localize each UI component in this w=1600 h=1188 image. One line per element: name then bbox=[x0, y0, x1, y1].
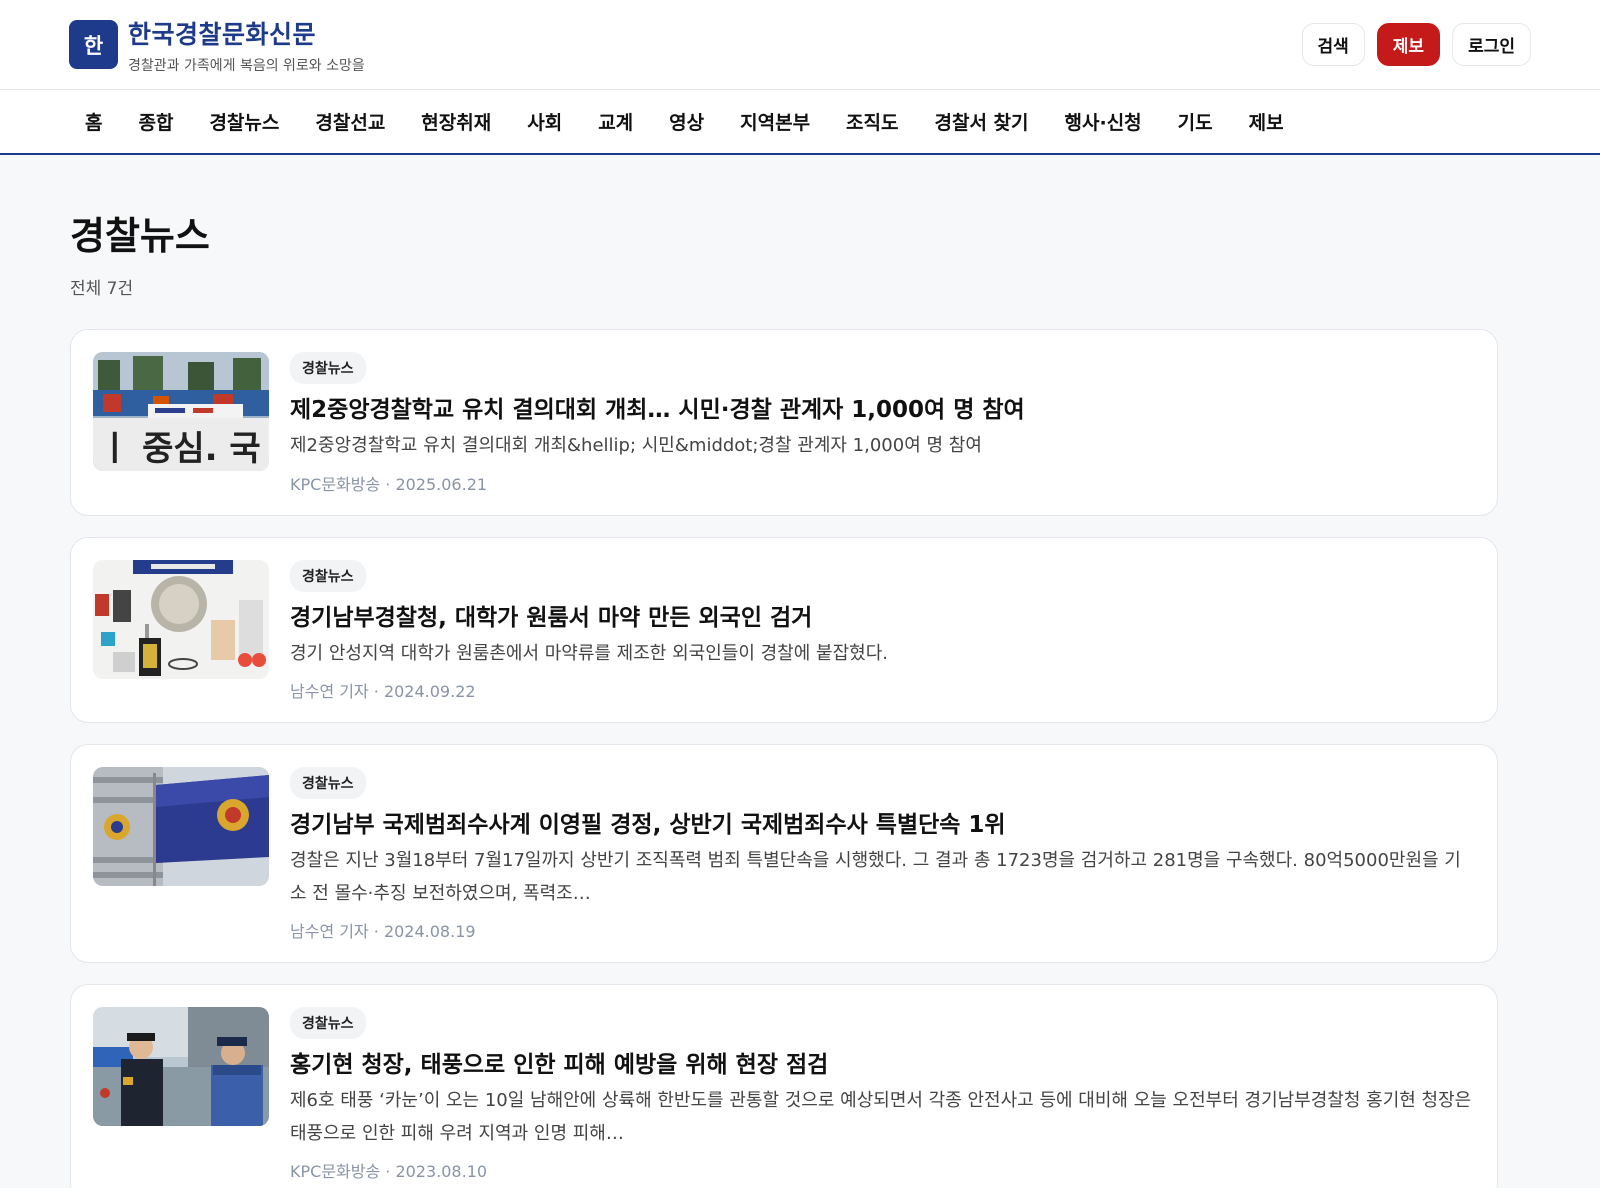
nav-item-society[interactable]: 사회 bbox=[509, 108, 580, 135]
article-meta: KPC문화방송 · 2023.08.10 bbox=[290, 1162, 488, 1182]
article-meta: KPC문화방송 · 2025.06.21 bbox=[290, 474, 488, 494]
article-title[interactable]: 제2중앙경찰학교 유치 결의대회 개최… 시민·경찰 관계자 1,000여 명 … bbox=[290, 394, 1477, 426]
article-body: 경찰뉴스 경기남부 국제범죄수사계 이영필 경정, 상반기 국제범죄수사 특별단… bbox=[290, 767, 1477, 942]
report-button[interactable]: 제보 bbox=[1376, 23, 1441, 66]
article-body: 경찰뉴스 경기남부경찰청, 대학가 원룸서 마약 만든 외국인 검거 경기 안성… bbox=[290, 559, 1477, 703]
article-title[interactable]: 경기남부경찰청, 대학가 원룸서 마약 만든 외국인 검거 bbox=[290, 602, 1477, 634]
search-button[interactable]: 검색 bbox=[1301, 23, 1365, 66]
nav-item-field-report[interactable]: 현장취재 bbox=[403, 108, 509, 135]
article-meta: 남수연 기자 · 2024.09.22 bbox=[290, 682, 476, 702]
site-subtitle: 경찰관과 가족에게 복음의 위로와 소망을 bbox=[128, 57, 365, 74]
nav-item-video[interactable]: 영상 bbox=[651, 108, 722, 135]
article-title[interactable]: 홍기현 청장, 태풍으로 인한 피해 예방을 위해 현장 점검 bbox=[290, 1049, 1477, 1081]
nav-item-church[interactable]: 교계 bbox=[580, 108, 651, 135]
brand-text: 한국경찰문화신문 경찰관과 가족에게 복음의 위로와 소망을 bbox=[128, 15, 365, 75]
article-body: 경찰뉴스 홍기현 청장, 태풍으로 인한 피해 예방을 위해 현장 점검 제6호… bbox=[290, 1007, 1477, 1182]
article-card[interactable]: ㅣ 중심. 국 경찰뉴스 제2중앙경찰학교 유치 결의대회 개최… 시민·경찰 … bbox=[70, 329, 1498, 516]
article-card[interactable]: 경찰뉴스 홍기현 청장, 태풍으로 인한 피해 예방을 위해 현장 점검 제6호… bbox=[70, 984, 1498, 1188]
article-summary: 경찰은 지난 3월18부터 7월17일까지 상반기 조직폭력 범죄 특별단속을 … bbox=[290, 850, 1461, 904]
officers-inspection-photo[interactable] bbox=[93, 1007, 269, 1127]
nav-item-org-chart[interactable]: 조직도 bbox=[828, 108, 916, 135]
article-summary: 제2중앙경찰학교 유치 결의대회 개최&hellip; 시민&middot;경찰… bbox=[290, 435, 982, 457]
category-tag[interactable]: 경찰뉴스 bbox=[290, 352, 366, 384]
police-flag-photo[interactable] bbox=[93, 767, 269, 887]
article-card[interactable]: 경찰뉴스 경기남부경찰청, 대학가 원룸서 마약 만든 외국인 검거 경기 안성… bbox=[70, 536, 1498, 724]
nav-item-prayer[interactable]: 기도 bbox=[1160, 108, 1231, 135]
main-nav: 홈 종합 경찰뉴스 경찰선교 현장취재 사회 교계 영상 지역본부 조직도 경찰… bbox=[0, 90, 1600, 155]
article-body: 경찰뉴스 제2중앙경찰학교 유치 결의대회 개최… 시민·경찰 관계자 1,00… bbox=[290, 352, 1477, 495]
login-button[interactable]: 로그인 bbox=[1452, 23, 1531, 66]
category-tag[interactable]: 경찰뉴스 bbox=[290, 559, 366, 592]
nav-item-events[interactable]: 행사·신청 bbox=[1047, 108, 1160, 135]
article-meta: 남수연 기자 · 2024.08.19 bbox=[290, 922, 476, 942]
svg-text:ㅣ 중심. 국: ㅣ 중심. 국 bbox=[99, 429, 261, 469]
article-summary: 경기 안성지역 대학가 원룸촌에서 마약류를 제조한 외국인들이 경찰에 붙잡혔… bbox=[290, 642, 888, 664]
nav-item-find-station[interactable]: 경찰서 찾기 bbox=[917, 108, 1047, 135]
nav-item-regional[interactable]: 지역본부 bbox=[722, 108, 828, 135]
article-count: 전체 7건 bbox=[70, 279, 134, 299]
category-tag[interactable]: 경찰뉴스 bbox=[290, 1007, 366, 1040]
article-summary: 제6호 태풍 ‘카눈’이 오는 10일 남해안에 상륙해 한반도를 관통할 것으… bbox=[290, 1090, 1472, 1144]
site-header: 한 한국경찰문화신문 경찰관과 가족에게 복음의 위로와 소망을 검색 제보 로… bbox=[0, 0, 1600, 90]
brand[interactable]: 한 한국경찰문화신문 경찰관과 가족에게 복음의 위로와 소망을 bbox=[69, 15, 365, 75]
site-title[interactable]: 한국경찰문화신문 bbox=[128, 15, 365, 51]
nav-item-police-news[interactable]: 경찰뉴스 bbox=[191, 108, 297, 135]
main-content: 경찰뉴스 전체 7건 ㅣ 중심. 국 경찰뉴스 제2중앙경찰학교 유치 결의대회… bbox=[0, 155, 1600, 1188]
nav-item-report[interactable]: 제보 bbox=[1231, 108, 1302, 135]
brand-logo[interactable]: 한 bbox=[69, 20, 118, 69]
nav-item-general[interactable]: 종합 bbox=[120, 108, 191, 135]
rally-photo[interactable]: ㅣ 중심. 국 bbox=[93, 352, 269, 471]
nav-item-police-mission[interactable]: 경찰선교 bbox=[297, 108, 403, 135]
nav-item-home[interactable]: 홈 bbox=[69, 108, 120, 135]
page-title: 경찰뉴스 bbox=[70, 213, 210, 258]
seized-items-photo[interactable] bbox=[93, 559, 269, 679]
article-title[interactable]: 경기남부 국제범죄수사계 이영필 경정, 상반기 국제범죄수사 특별단속 1위 bbox=[290, 809, 1477, 841]
header-actions: 검색 제보 로그인 bbox=[1301, 23, 1531, 66]
category-tag[interactable]: 경찰뉴스 bbox=[290, 767, 366, 800]
article-list: ㅣ 중심. 국 경찰뉴스 제2중앙경찰학교 유치 결의대회 개최… 시민·경찰 … bbox=[70, 329, 1498, 1188]
article-card[interactable]: 경찰뉴스 경기남부 국제범죄수사계 이영필 경정, 상반기 국제범죄수사 특별단… bbox=[70, 744, 1498, 964]
